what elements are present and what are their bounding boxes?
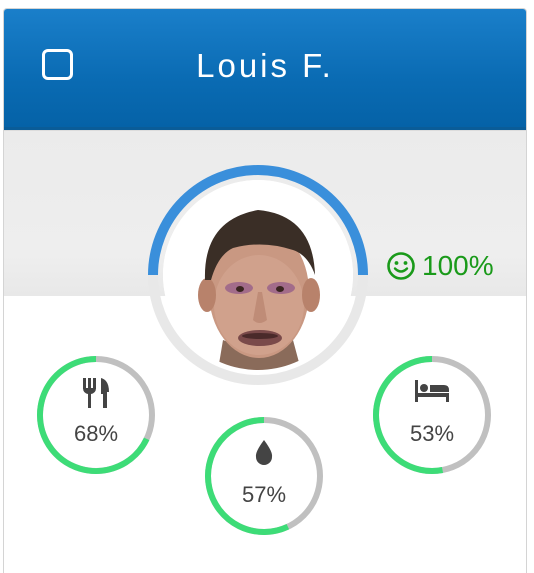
fork-knife-icon: [83, 378, 109, 408]
hunger-gauge[interactable]: 68%: [35, 354, 157, 476]
thirst-ring: [205, 417, 323, 535]
avatar-portrait: [163, 180, 353, 370]
bed-icon: [415, 380, 449, 402]
thirst-gauge[interactable]: 57%: [203, 415, 325, 537]
happiness-indicator: 100%: [386, 250, 494, 282]
smiley-icon: [387, 252, 415, 280]
character-name: Louis F.: [196, 47, 334, 84]
sleep-ring: [373, 356, 491, 474]
thirst-value: 57%: [241, 482, 287, 507]
water-drop-icon: [255, 440, 273, 465]
avatar[interactable]: [163, 180, 353, 370]
sleep-gauge[interactable]: 53%: [371, 354, 493, 476]
hunger-ring: [37, 356, 155, 474]
sleep-value: 53%: [409, 421, 455, 446]
happiness-value: 100%: [422, 250, 494, 281]
hunger-value: 68%: [73, 421, 119, 446]
card-header: Louis F.: [4, 9, 526, 130]
